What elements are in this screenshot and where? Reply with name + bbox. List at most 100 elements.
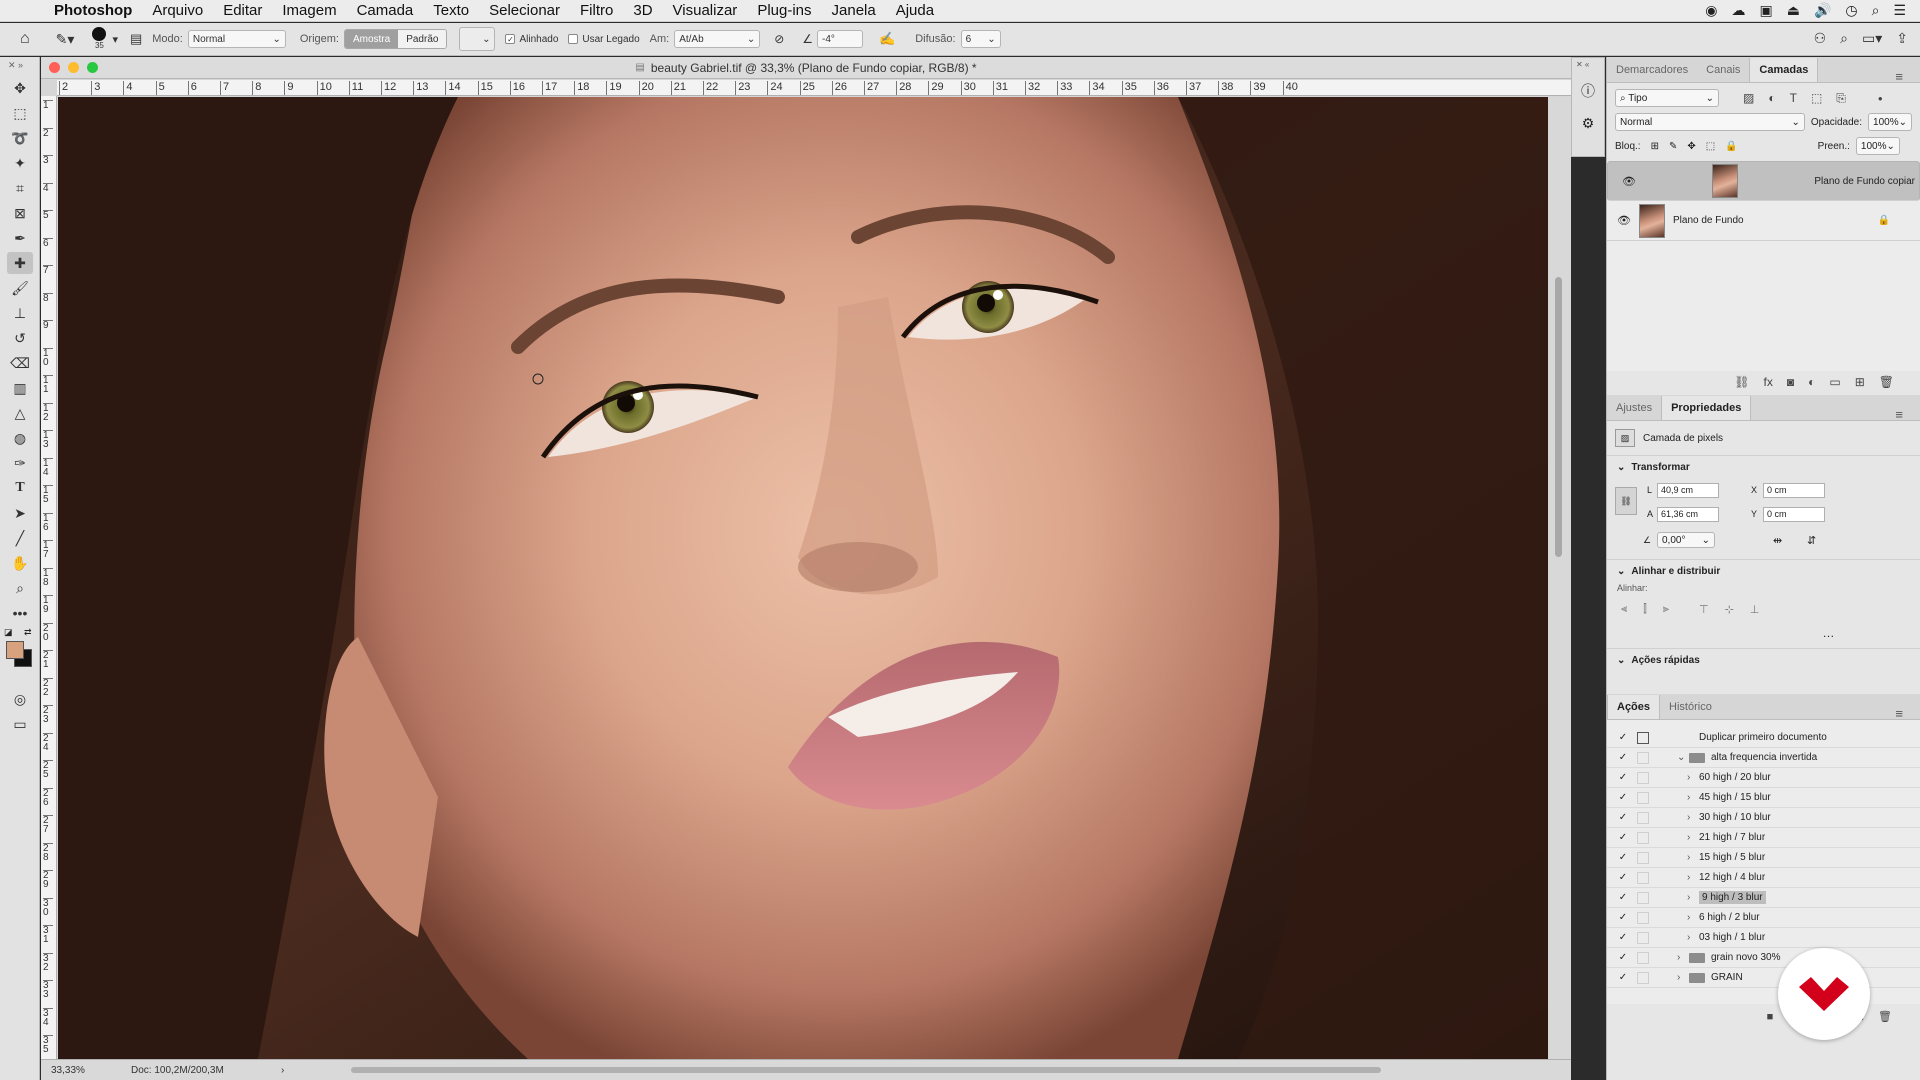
check-icon[interactable]: ✓ — [1615, 732, 1631, 743]
vertical-scrollbar[interactable] — [1549, 97, 1571, 1059]
brush-tool-icon[interactable]: 🖌 — [7, 277, 33, 299]
tab-layers[interactable]: Camadas — [1749, 58, 1819, 82]
close-window-button[interactable] — [49, 62, 60, 73]
ignore-adjustment-icon[interactable]: ⊘ — [774, 32, 784, 46]
mask-icon[interactable]: ◙ — [1787, 375, 1794, 389]
check-icon[interactable]: ✓ — [1615, 752, 1631, 763]
line-tool-icon[interactable]: ╱ — [7, 527, 33, 549]
crop-tool-icon[interactable]: ⌗ — [7, 177, 33, 199]
workspace-icon[interactable]: ▭▾ — [1862, 30, 1882, 47]
dialog-toggle-empty[interactable] — [1637, 931, 1649, 944]
aligned-checkbox[interactable]: ✓ Alinhado — [505, 34, 558, 45]
action-row[interactable]: ✓ Duplicar primeiro documento — [1607, 728, 1920, 748]
x-field[interactable]: 0 cm — [1763, 483, 1825, 498]
default-colors-icon[interactable]: ◪ — [4, 627, 13, 638]
width-field[interactable]: 40,9 cm — [1657, 483, 1719, 498]
dodge-tool-icon[interactable]: ◍ — [7, 427, 33, 449]
align-top-icon[interactable]: ⊤ — [1699, 603, 1709, 616]
check-icon[interactable]: ✓ — [1615, 772, 1631, 783]
horizontal-scroll-thumb[interactable] — [351, 1067, 1381, 1073]
history-brush-tool-icon[interactable]: ↺ — [7, 327, 33, 349]
dialog-toggle-empty[interactable] — [1637, 951, 1649, 964]
tab-actions[interactable]: Ações — [1607, 695, 1661, 719]
image-canvas[interactable] — [58, 97, 1548, 1059]
menu-item[interactable]: 3D — [633, 2, 652, 19]
move-tool-icon[interactable]: ✥ — [7, 77, 33, 99]
frame-tool-icon[interactable]: ⊠ — [7, 202, 33, 224]
more-options-icon[interactable]: … — [1607, 626, 1920, 640]
action-row[interactable]: ✓ › grain novo 30% — [1607, 948, 1920, 968]
align-right-icon[interactable]: ⫸ — [1663, 603, 1669, 616]
chevron-right-icon[interactable]: › — [1687, 772, 1699, 783]
check-icon[interactable]: ✓ — [1615, 792, 1631, 803]
chevron-right-icon[interactable]: › — [1687, 792, 1699, 803]
dialog-toggle-empty[interactable] — [1637, 911, 1649, 924]
transform-header[interactable]: ⌄ Transformar — [1607, 456, 1920, 479]
chevron-down-icon[interactable]: ▾ — [112, 33, 118, 46]
check-icon[interactable]: ✓ — [1615, 892, 1631, 903]
sample-select[interactable]: At/Ab ⌄ — [674, 30, 761, 48]
chevron-right-icon[interactable]: › — [1687, 852, 1699, 863]
zoom-level[interactable]: 33,33% — [51, 1065, 131, 1076]
type-filter-icon[interactable]: T — [1790, 91, 1797, 105]
vertical-scroll-thumb[interactable] — [1555, 277, 1562, 557]
align-center-horizontal-icon[interactable]: ⫿ — [1643, 603, 1647, 616]
blend-mode-select[interactable]: Normal ⌄ — [1615, 113, 1805, 131]
collapse-icon[interactable]: ✕ » — [0, 57, 39, 74]
flip-horizontal-icon[interactable]: ⇹ — [1773, 534, 1782, 547]
rotation-field[interactable]: 0,00° ⌄ — [1657, 532, 1715, 548]
dialog-toggle-empty[interactable] — [1637, 831, 1649, 844]
smart-object-filter-icon[interactable]: ⎘ — [1836, 91, 1846, 106]
chevron-down-icon[interactable]: ⌄ — [1677, 752, 1689, 763]
action-row[interactable]: ✓ › 60 high / 20 blur — [1607, 768, 1920, 788]
stop-icon[interactable]: ■ — [1767, 1011, 1774, 1023]
menu-app-name[interactable]: Photoshop — [54, 2, 132, 19]
lock-pixels-icon[interactable]: ✎ — [1669, 141, 1677, 152]
horizontal-ruler[interactable]: 2 3 4 5 6 7 8 9 10 11 12 13 14 15 16 17 18 19 20 21 22 23 24 25… — [57, 80, 1571, 96]
menu-item[interactable]: Plug-ins — [757, 2, 811, 19]
vertical-ruler[interactable]: 1 2 3 4 5 6 7 8 9 10 11 12 13 14 15 16 17 18 19 20 21 22 23 24 2… — [41, 96, 57, 1080]
check-icon[interactable]: ✓ — [1615, 912, 1631, 923]
chevron-right-icon[interactable]: › — [1677, 972, 1689, 983]
pattern-picker[interactable]: ⌄ — [459, 27, 496, 51]
chevron-right-icon[interactable]: › — [1677, 952, 1689, 963]
layer-row[interactable]: 👁 Plano de Fundo copiar — [1607, 161, 1920, 201]
menu-item[interactable]: Filtro — [580, 2, 613, 19]
check-icon[interactable]: ✓ — [1615, 932, 1631, 943]
tab-history[interactable]: Histórico — [1660, 695, 1721, 719]
check-icon[interactable]: ✓ — [1615, 812, 1631, 823]
new-layer-icon[interactable]: ⊞ — [1855, 375, 1865, 389]
panel-menu-icon[interactable]: ≡ — [1886, 401, 1912, 428]
lock-all-icon[interactable]: 🔒 — [1725, 141, 1737, 152]
minimize-window-button[interactable] — [68, 62, 79, 73]
check-icon[interactable]: ✓ — [1615, 852, 1631, 863]
check-icon[interactable]: ✓ — [1615, 972, 1631, 983]
record-icon[interactable]: ◉ — [1705, 2, 1717, 19]
lock-artboard-icon[interactable]: ⬚ — [1706, 141, 1715, 152]
diffusion-field[interactable]: 6 ⌄ — [960, 30, 1001, 48]
chevron-right-icon[interactable]: › — [1687, 932, 1699, 943]
origin-pattern-button[interactable]: Padrão — [398, 30, 447, 48]
trash-icon[interactable]: 🗑 — [1879, 375, 1894, 389]
dialog-toggle-empty[interactable] — [1637, 811, 1649, 824]
control-center-icon[interactable]: ☰ — [1893, 2, 1906, 19]
lasso-tool-icon[interactable]: ➰ — [7, 127, 33, 149]
link-dimensions-icon[interactable]: ⛓ — [1615, 487, 1637, 515]
blur-tool-icon[interactable]: △ — [7, 402, 33, 424]
dialog-toggle-empty[interactable] — [1637, 891, 1649, 904]
menu-item[interactable]: Editar — [223, 2, 262, 19]
type-tool-icon[interactable]: T — [7, 477, 33, 499]
angle-field[interactable]: -4° — [817, 30, 864, 48]
align-middle-icon[interactable]: ⊹ — [1725, 603, 1734, 616]
menu-item[interactable]: Imagem — [282, 2, 336, 19]
zoom-tool-icon[interactable]: ⌕ — [7, 577, 33, 599]
volume-icon[interactable]: 🔊 — [1814, 2, 1831, 19]
dialog-toggle-empty[interactable] — [1637, 851, 1649, 864]
check-icon[interactable]: ✓ — [1615, 832, 1631, 843]
brush-size-picker[interactable]: 35 — [92, 27, 107, 51]
check-icon[interactable]: ✓ — [1615, 952, 1631, 963]
gradient-tool-icon[interactable]: ▥ — [7, 377, 33, 399]
menu-item[interactable]: Janela — [832, 2, 876, 19]
maximize-window-button[interactable] — [87, 62, 98, 73]
dialog-toggle-empty[interactable] — [1637, 791, 1649, 804]
